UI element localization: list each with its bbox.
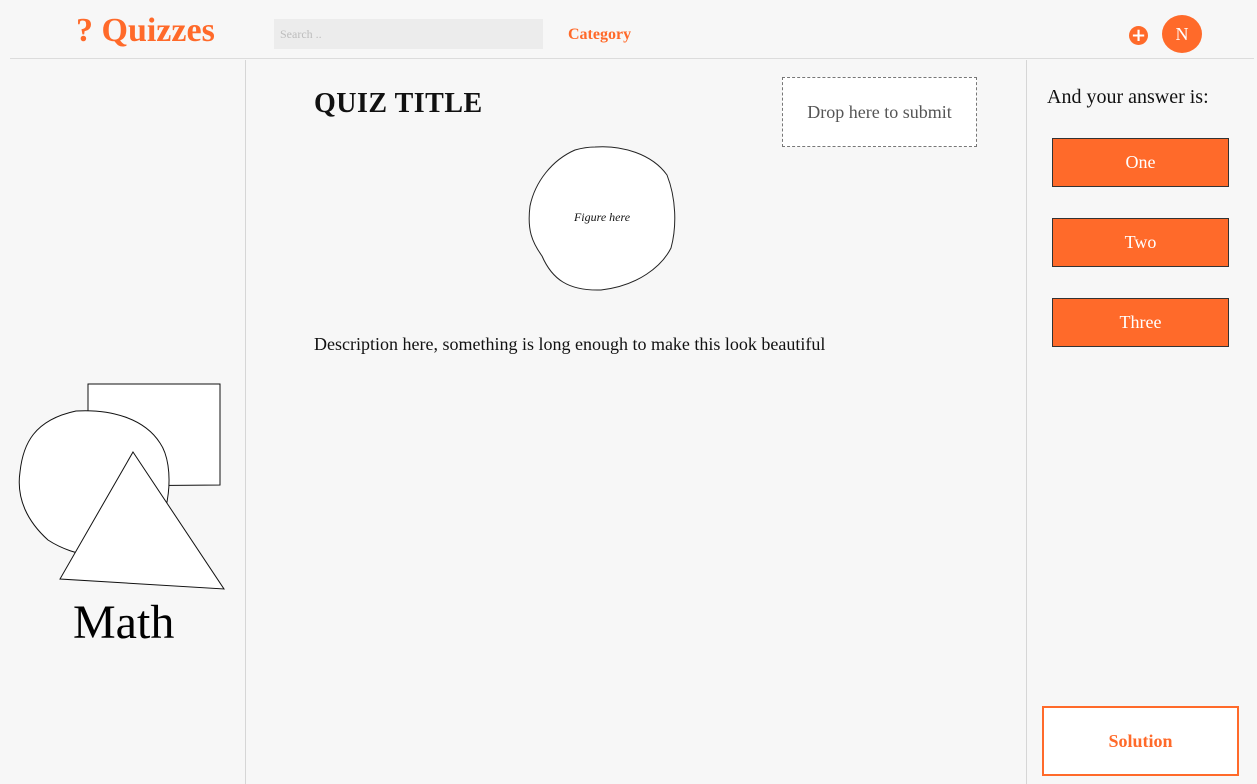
search-input[interactable]: [274, 19, 543, 49]
plus-circle-icon: +: [1130, 25, 1147, 46]
geometric-shapes-icon: [18, 383, 225, 590]
quiz-description: Description here, something is long enou…: [314, 334, 826, 354]
category-sidebar: Math: [10, 60, 246, 784]
answer-panel: And your answer is: One Two Three Soluti…: [1026, 60, 1257, 784]
answer-option-two[interactable]: Two: [1052, 218, 1229, 267]
user-avatar[interactable]: N: [1162, 15, 1202, 53]
add-quiz-button[interactable]: +: [1129, 26, 1148, 45]
quiz-title: QUIZ TITLE: [314, 88, 483, 119]
top-navigation-bar: ? Quizzes Category + N: [10, 10, 1254, 59]
solution-button[interactable]: Solution: [1042, 706, 1239, 776]
category-title: Math: [73, 596, 175, 649]
answer-option-one[interactable]: One: [1052, 138, 1229, 187]
submit-drop-zone[interactable]: Drop here to submit: [782, 77, 977, 147]
answer-prompt: And your answer is:: [1047, 86, 1209, 108]
figure-label: Figure here: [573, 210, 631, 224]
answer-option-three[interactable]: Three: [1052, 298, 1229, 347]
app-logo[interactable]: ? Quizzes: [76, 12, 215, 50]
category-menu[interactable]: Category: [568, 26, 631, 44]
quiz-content: QUIZ TITLE Drop here to submit Figure he…: [246, 60, 1025, 784]
